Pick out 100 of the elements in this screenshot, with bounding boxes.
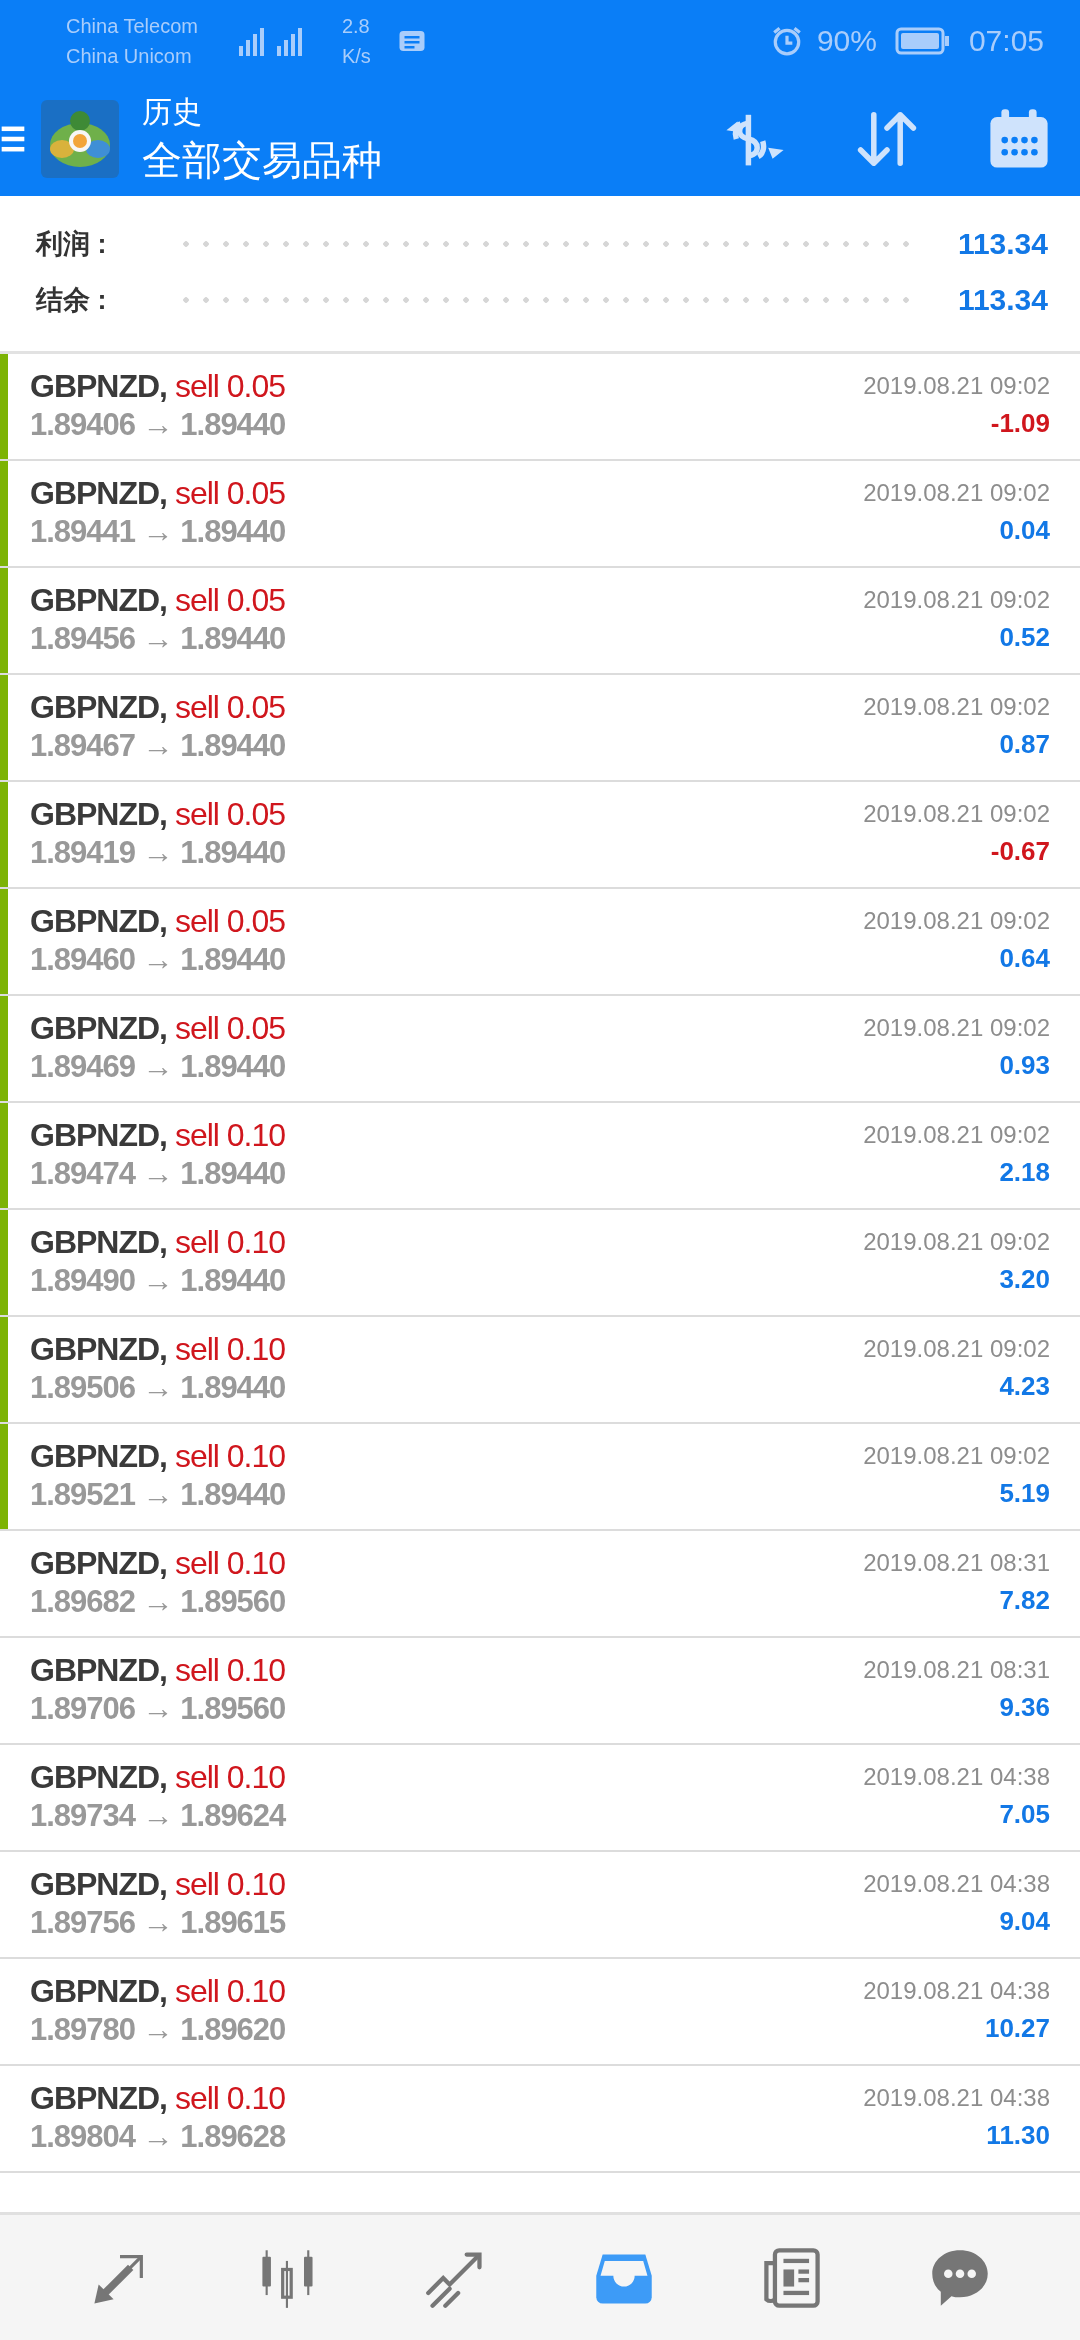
deal-profit: 0.93 bbox=[999, 1049, 1050, 1082]
deal-prices: 1.89521 → 1.89440 bbox=[30, 1476, 286, 1514]
deal-profit: -0.67 bbox=[990, 835, 1050, 868]
deal-row[interactable]: GBPNZD, sell 0.05 1.89419 → 1.89440 2019.08.21 09:02 -0.67 bbox=[8, 782, 1080, 887]
deal-time: 2019.08.21 04:38 bbox=[863, 1976, 1050, 2006]
deal-time: 2019.08.21 08:31 bbox=[863, 1548, 1050, 1578]
deal-time: 2019.08.21 09:02 bbox=[863, 585, 1050, 615]
deal-title: GBPNZD, sell 0.05 bbox=[30, 474, 286, 513]
deal-row[interactable]: GBPNZD, sell 0.10 1.89506 → 1.89440 2019.08.21 09:02 4.23 bbox=[8, 1317, 1080, 1422]
app-logo-icon bbox=[40, 99, 120, 179]
deal-row[interactable]: GBPNZD, sell 0.10 1.89474 → 1.89440 2019.08.21 09:02 2.18 bbox=[8, 1103, 1080, 1208]
deal-row[interactable]: GBPNZD, sell 0.10 1.89490 → 1.89440 2019.08.21 09:02 3.20 bbox=[8, 1210, 1080, 1315]
deal-title: GBPNZD, sell 0.05 bbox=[30, 1009, 286, 1048]
summary-label: 利润 : bbox=[36, 228, 108, 261]
deal-row[interactable]: GBPNZD, sell 0.10 1.89734 → 1.89624 2019.08.21 04:38 7.05 bbox=[8, 1745, 1080, 1850]
clock: 07:05 bbox=[968, 24, 1044, 58]
deal-profit: 5.19 bbox=[999, 1477, 1050, 1510]
deal-time: 2019.08.21 09:02 bbox=[863, 1120, 1050, 1150]
deal-time: 2019.08.21 04:38 bbox=[863, 1869, 1050, 1899]
summary-value: 113.34 bbox=[957, 227, 1048, 261]
deal-profit: 0.52 bbox=[999, 621, 1050, 654]
deal-time: 2019.08.21 09:02 bbox=[863, 1227, 1050, 1257]
deal-profit: 7.82 bbox=[999, 1584, 1050, 1617]
deal-prices: 1.89467 → 1.89440 bbox=[30, 727, 286, 765]
summary-value: 113.34 bbox=[957, 283, 1048, 317]
deal-row[interactable]: GBPNZD, sell 0.10 1.89682 → 1.89560 2019.08.21 08:31 7.82 bbox=[8, 1531, 1080, 1636]
deal-prices: 1.89780 → 1.89620 bbox=[30, 2011, 286, 2049]
carrier-name: China Telecom bbox=[66, 14, 198, 39]
deal-row[interactable]: GBPNZD, sell 0.10 1.89780 → 1.89620 2019.08.21 04:38 10.27 bbox=[8, 1959, 1080, 2064]
deal-profit: 9.36 bbox=[999, 1691, 1050, 1724]
deal-time: 2019.08.21 09:02 bbox=[863, 478, 1050, 508]
deal-row[interactable]: GBPNZD, sell 0.05 1.89441 → 1.89440 2019.08.21 09:02 0.04 bbox=[8, 461, 1080, 566]
deal-prices: 1.89804 → 1.89628 bbox=[30, 2118, 286, 2156]
deal-title: GBPNZD, sell 0.10 bbox=[30, 1330, 286, 1369]
deal-title: GBPNZD, sell 0.05 bbox=[30, 902, 286, 941]
deal-profit: 2.18 bbox=[999, 1156, 1050, 1189]
deal-title: GBPNZD, sell 0.10 bbox=[30, 1758, 286, 1797]
deal-row[interactable]: GBPNZD, sell 0.05 1.89469 → 1.89440 2019.08.21 09:02 0.93 bbox=[8, 996, 1080, 1101]
deal-time: 2019.08.21 04:38 bbox=[863, 2083, 1050, 2113]
deal-row[interactable]: GBPNZD, sell 0.05 1.89467 → 1.89440 2019.08.21 09:02 0.87 bbox=[8, 675, 1080, 780]
deal-row[interactable]: GBPNZD, sell 0.10 1.89804 → 1.89628 2019.08.21 04:38 11.30 bbox=[8, 2066, 1080, 2171]
deal-profit: 0.87 bbox=[999, 728, 1050, 761]
deal-prices: 1.89469 → 1.89440 bbox=[30, 1048, 286, 1086]
deal-profit: 3.20 bbox=[999, 1263, 1050, 1296]
deal-time: 2019.08.21 09:02 bbox=[863, 371, 1050, 401]
deal-row[interactable]: GBPNZD, sell 0.10 1.89756 → 1.89615 2019.08.21 04:38 9.04 bbox=[8, 1852, 1080, 1957]
deal-row[interactable]: GBPNZD, sell 0.10 1.89706 → 1.89560 2019.08.21 08:31 9.36 bbox=[8, 1638, 1080, 1743]
deal-time: 2019.08.21 09:02 bbox=[863, 692, 1050, 722]
deal-title: GBPNZD, sell 0.10 bbox=[30, 2079, 286, 2118]
deal-row[interactable]: GBPNZD, sell 0.10 1.89521 → 1.89440 2019.08.21 09:02 5.19 bbox=[8, 1424, 1080, 1529]
deal-title: GBPNZD, sell 0.10 bbox=[30, 1437, 286, 1476]
carrier-name: China Unicom bbox=[66, 44, 193, 69]
battery-percent: 90% bbox=[816, 24, 877, 58]
deal-profit: 9.04 bbox=[999, 1905, 1050, 1938]
deal-profit: 7.05 bbox=[999, 1798, 1050, 1831]
deal-title: GBPNZD, sell 0.10 bbox=[30, 1651, 286, 1690]
deal-prices: 1.89490 → 1.89440 bbox=[30, 1262, 286, 1300]
deal-time: 2019.08.21 09:02 bbox=[863, 906, 1050, 936]
deal-prices: 1.89460 → 1.89440 bbox=[30, 941, 286, 979]
deal-prices: 1.89456 → 1.89440 bbox=[30, 620, 286, 658]
deal-title: GBPNZD, sell 0.10 bbox=[30, 1223, 286, 1262]
deal-prices: 1.89756 → 1.89615 bbox=[30, 1904, 286, 1942]
symbol-filter[interactable]: 全部交易品种 bbox=[142, 133, 382, 187]
deal-time: 2019.08.21 09:02 bbox=[863, 1013, 1050, 1043]
deal-title: GBPNZD, sell 0.10 bbox=[30, 1116, 286, 1155]
deal-row[interactable]: GBPNZD, sell 0.05 1.89460 → 1.89440 2019.08.21 09:02 0.64 bbox=[8, 889, 1080, 994]
deal-prices: 1.89706 → 1.89560 bbox=[30, 1690, 286, 1728]
deal-time: 2019.08.21 04:38 bbox=[863, 1762, 1050, 1792]
deal-time: 2019.08.21 08:31 bbox=[863, 1655, 1050, 1685]
screen-title: 历史 bbox=[142, 94, 203, 130]
summary-label: 结余 : bbox=[36, 284, 108, 317]
deal-time: 2019.08.21 09:02 bbox=[863, 1441, 1050, 1471]
alarm-icon bbox=[770, 25, 803, 57]
deal-row[interactable]: GBPNZD, sell 0.05 1.89456 → 1.89440 2019.08.21 09:02 0.52 bbox=[8, 568, 1080, 673]
deal-profit: -1.09 bbox=[990, 407, 1050, 440]
battery-icon bbox=[894, 27, 951, 55]
deal-prices: 1.89682 → 1.89560 bbox=[30, 1583, 286, 1621]
deal-time: 2019.08.21 09:02 bbox=[863, 1334, 1050, 1364]
deal-prices: 1.89474 → 1.89440 bbox=[30, 1155, 286, 1193]
deal-title: GBPNZD, sell 0.10 bbox=[30, 1865, 286, 1904]
deal-title: GBPNZD, sell 0.10 bbox=[30, 1972, 286, 2011]
network-speed: K/s bbox=[341, 44, 371, 69]
deal-profit: 11.30 bbox=[986, 2119, 1050, 2152]
deal-title: GBPNZD, sell 0.05 bbox=[30, 688, 286, 727]
deal-prices: 1.89734 → 1.89624 bbox=[30, 1797, 286, 1835]
network-speed: 2.8 bbox=[341, 14, 371, 39]
deal-title: GBPNZD, sell 0.05 bbox=[30, 581, 286, 620]
deal-title: GBPNZD, sell 0.05 bbox=[30, 795, 286, 834]
deal-row[interactable]: GBPNZD, sell 0.05 1.89406 → 1.89440 2019.08.21 09:02 -1.09 bbox=[8, 354, 1080, 459]
deal-prices: 1.89441 → 1.89440 bbox=[30, 513, 286, 551]
deal-profit: 0.04 bbox=[999, 514, 1050, 547]
deal-title: GBPNZD, sell 0.10 bbox=[30, 1544, 286, 1583]
deal-time: 2019.08.21 09:02 bbox=[863, 799, 1050, 829]
deal-profit: 10.27 bbox=[984, 2012, 1050, 2045]
deal-profit: 0.64 bbox=[999, 942, 1050, 975]
deal-prices: 1.89406 → 1.89440 bbox=[30, 406, 286, 444]
deal-prices: 1.89506 → 1.89440 bbox=[30, 1369, 286, 1407]
deal-profit: 4.23 bbox=[999, 1370, 1050, 1403]
deal-prices: 1.89419 → 1.89440 bbox=[30, 834, 286, 872]
deal-title: GBPNZD, sell 0.05 bbox=[30, 367, 286, 406]
